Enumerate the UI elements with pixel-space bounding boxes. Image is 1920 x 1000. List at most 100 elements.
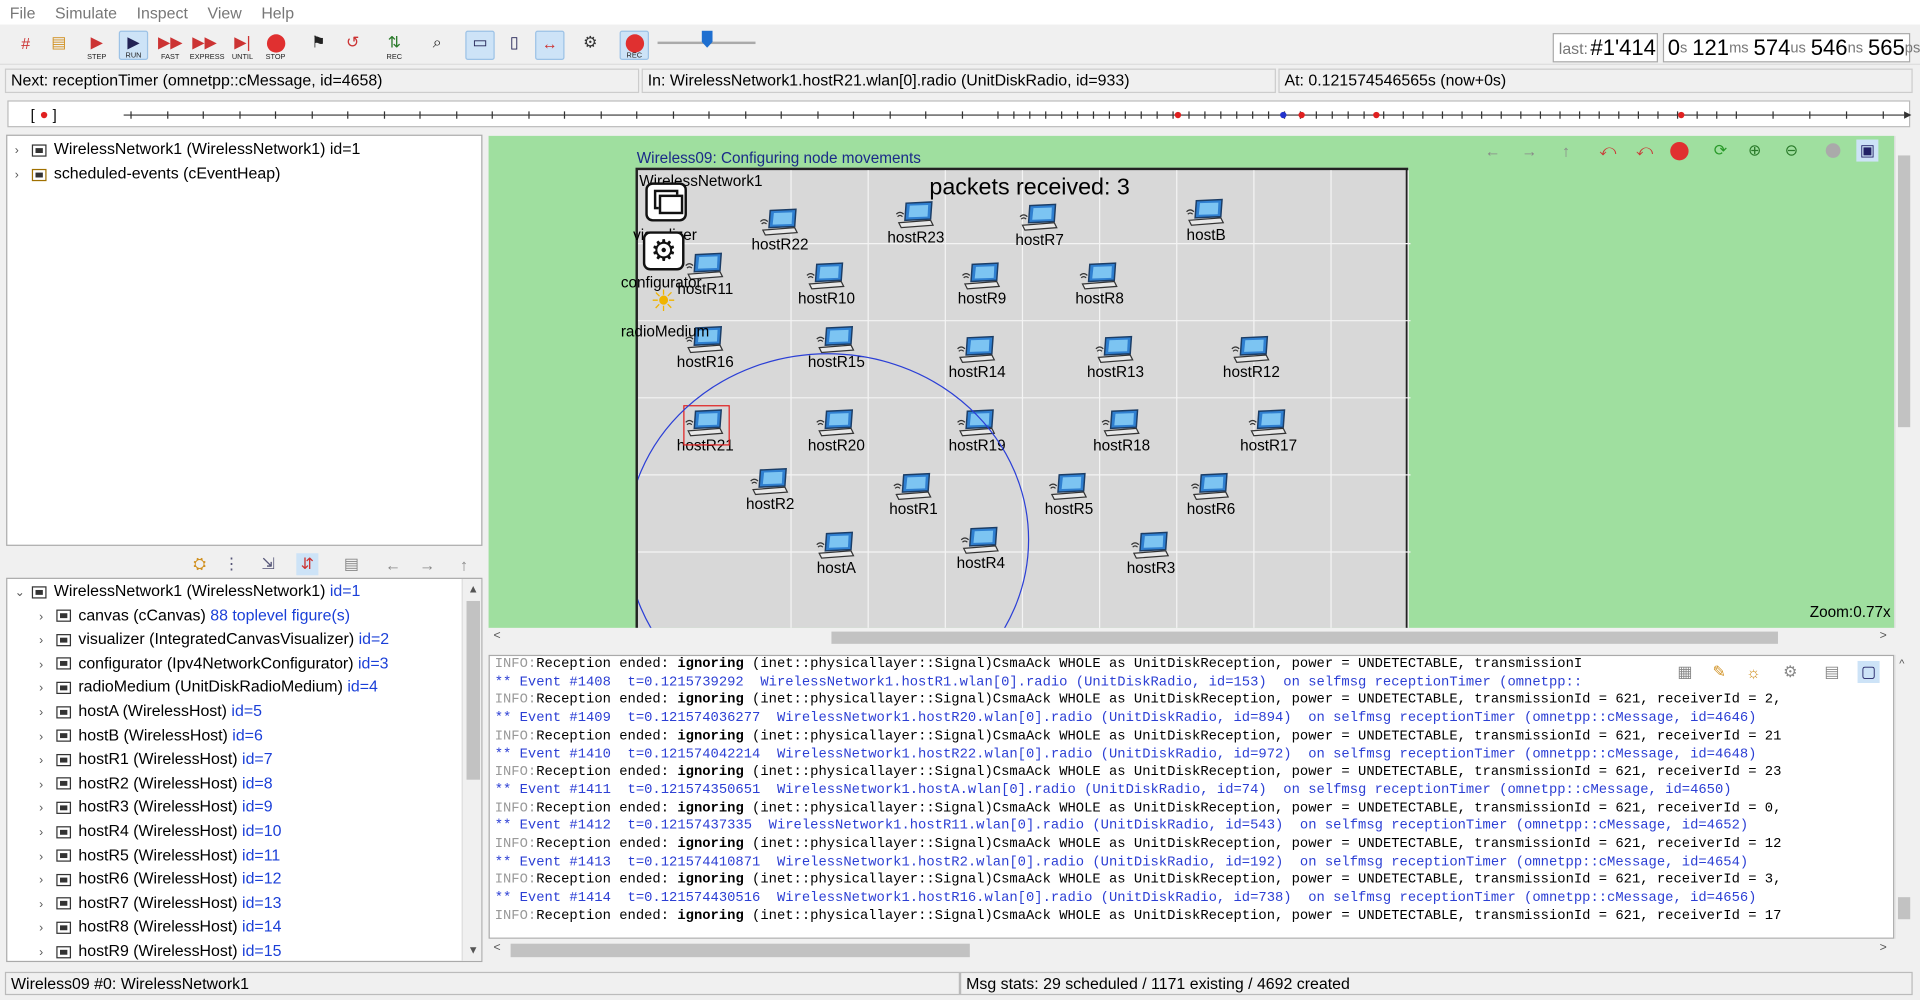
host-node[interactable]: hostR7	[991, 202, 1089, 248]
canvas-forward-icon[interactable]: →	[1518, 140, 1540, 162]
flat-mode-icon[interactable]: ⋮	[220, 553, 242, 575]
log-filter-icon[interactable]: ☼	[1742, 661, 1764, 683]
zoom-in-icon[interactable]: ⊕	[1744, 140, 1766, 162]
collapse-icon[interactable]: ⌄	[15, 581, 27, 604]
inspector-item[interactable]: › hostB (WirelessHost) id=6	[39, 723, 263, 746]
load-ned-icon[interactable]: ▤	[44, 31, 73, 60]
expand-icon[interactable]: ›	[39, 845, 51, 868]
log-vscroll-thumb[interactable]	[1897, 897, 1911, 920]
host-node[interactable]: hostR8	[1051, 261, 1149, 307]
expand-icon[interactable]: ›	[39, 821, 51, 844]
expand-icon[interactable]: ›	[39, 797, 51, 820]
find-button[interactable]: ⌕	[422, 31, 451, 60]
inspector-item[interactable]: › hostR6 (WirelessHost) id=12	[39, 867, 281, 890]
configurator-gear-icon[interactable]: ⚙	[642, 231, 685, 271]
expand-icon[interactable]: ›	[39, 941, 51, 961]
inspector-scroll-thumb[interactable]	[466, 600, 481, 780]
inspector-item[interactable]: › hostA (WirelessHost) id=5	[39, 699, 262, 722]
inspector-item[interactable]: › canvas (cCanvas) 88 toplevel figure(s)	[39, 603, 350, 626]
inspector-item[interactable]: › hostR5 (WirelessHost) id=11	[39, 843, 280, 866]
event-log[interactable]: INFO:Reception ended: ignoring (inet::ph…	[488, 654, 1895, 939]
menu-view[interactable]: View	[198, 3, 252, 21]
expand-icon[interactable]: ›	[39, 917, 51, 940]
canvas-run-icon[interactable]: ⤺	[1633, 140, 1655, 162]
zoom-out-icon[interactable]: ⊖	[1780, 140, 1802, 162]
settings-button[interactable]: ⚙	[576, 31, 605, 60]
expand-icon[interactable]: ›	[15, 140, 27, 163]
new-run-icon[interactable]: #	[11, 31, 40, 60]
back-icon[interactable]: ←	[382, 553, 404, 575]
host-node[interactable]: hostR19	[928, 408, 1026, 454]
log-messages-icon[interactable]: ▤	[1821, 661, 1843, 683]
inspector-item[interactable]: ⌄ WirelessNetwork1 (WirelessNetwork1) id=…	[15, 579, 361, 602]
host-node[interactable]: hostR1	[864, 471, 962, 518]
until-button[interactable]: ▶| UNTIL	[228, 31, 257, 61]
inspector-scrollbar[interactable]: ▲ ▼	[461, 578, 482, 961]
layout-vertical-button[interactable]: ▯	[500, 31, 529, 60]
canvas-up-icon[interactable]: ↑	[1555, 140, 1577, 162]
up-icon[interactable]: ↑	[453, 553, 475, 575]
host-node[interactable]: hostR9	[933, 261, 1031, 307]
canvas-step-icon[interactable]: ⤺	[1597, 140, 1619, 162]
expand-icon[interactable]: ›	[39, 773, 51, 796]
inspector-item[interactable]: › configurator (Ipv4NetworkConfigurator) …	[39, 651, 388, 674]
record-button[interactable]: ⇅ REC	[380, 31, 409, 61]
host-node[interactable]: hostR22	[731, 207, 829, 253]
expand-icon[interactable]: ›	[15, 164, 27, 187]
log-hscroll[interactable]: < >	[488, 938, 1895, 961]
timeline-toggle-button[interactable]: ↔	[535, 30, 565, 60]
expand-icon[interactable]: ›	[39, 749, 51, 772]
inspector-item[interactable]: › hostR1 (WirelessHost) id=7	[39, 747, 272, 770]
expand-icon[interactable]: ›	[39, 701, 51, 724]
log-vscroll[interactable]: ^	[1894, 654, 1912, 939]
inheritance-mode-icon[interactable]: ⇵	[296, 553, 319, 576]
log-settings-icon[interactable]: ⚙	[1779, 661, 1801, 683]
children-mode-icon[interactable]: ⇲	[257, 553, 279, 575]
log-mode-icon[interactable]: ▢	[1857, 660, 1880, 683]
host-node[interactable]: hostR4	[932, 525, 1030, 572]
stop-button[interactable]: STOP	[261, 31, 290, 61]
canvas-hscroll[interactable]: < >	[488, 627, 1895, 648]
inspector-item[interactable]: › hostR7 (WirelessHost) id=13	[39, 891, 281, 914]
canvas-vscroll[interactable]	[1894, 135, 1912, 628]
fast-button[interactable]: ▶▶ FAST	[156, 31, 185, 61]
host-node[interactable]: hostR5	[1020, 471, 1118, 518]
menu-inspect[interactable]: Inspect	[127, 3, 198, 21]
finish-button[interactable]: ⚑	[304, 31, 333, 60]
menu-simulate[interactable]: Simulate	[45, 3, 127, 21]
expand-icon[interactable]: ›	[39, 605, 51, 628]
forward-icon[interactable]: →	[416, 553, 438, 575]
record-video-button[interactable]: REC	[619, 30, 649, 60]
inspector-item[interactable]: › hostR2 (WirelessHost) id=8	[39, 771, 272, 794]
run-button[interactable]: ▶ RUN	[118, 30, 149, 60]
log-copy-icon[interactable]: ▦	[1674, 661, 1696, 683]
inspector-item[interactable]: › hostR4 (WirelessHost) id=10	[39, 819, 281, 842]
canvas-relayout-icon[interactable]: ⟳	[1709, 140, 1731, 162]
host-node[interactable]: hostR2	[721, 466, 819, 513]
host-node[interactable]: hostR12	[1202, 334, 1300, 381]
host-node[interactable]: hostA	[787, 530, 885, 577]
canvas-mode-icon[interactable]: ▣	[1856, 139, 1879, 162]
host-node[interactable]: hostR14	[928, 334, 1026, 381]
network-canvas[interactable]: Wireless09: Configuring node movements W…	[488, 135, 1895, 628]
inspector-item[interactable]: › hostR3 (WirelessHost) id=9	[39, 795, 272, 818]
expand-icon[interactable]: ›	[39, 677, 51, 700]
host-node[interactable]: hostR10	[778, 261, 876, 307]
expand-icon[interactable]: ›	[39, 629, 51, 652]
expand-icon[interactable]: ›	[39, 653, 51, 676]
host-node[interactable]: hostR6	[1162, 471, 1260, 518]
canvas-hscroll-thumb[interactable]	[831, 631, 1778, 644]
host-node[interactable]: hostR20	[787, 408, 885, 454]
inspector-item[interactable]: › radioMedium (UnitDiskRadioMedium) id=4	[39, 675, 378, 698]
host-node[interactable]: hostR15	[787, 324, 885, 371]
express-button[interactable]: ▶▶ EXPRESS	[190, 31, 225, 61]
step-button[interactable]: ▶ STEP	[82, 31, 111, 61]
log-find-icon[interactable]: ✎	[1708, 661, 1730, 683]
tree-item[interactable]: › WirelessNetwork1 (WirelessNetwork1) id=…	[15, 137, 361, 160]
canvas-vscroll-thumb[interactable]	[1897, 155, 1911, 428]
expand-icon[interactable]: ›	[39, 725, 51, 748]
visualizer-icon[interactable]	[645, 182, 687, 222]
layout-horizontal-button[interactable]: ▭	[465, 30, 495, 60]
tree-mode-icon[interactable]: ⛭	[189, 553, 211, 575]
log-hscroll-thumb[interactable]	[510, 943, 970, 958]
